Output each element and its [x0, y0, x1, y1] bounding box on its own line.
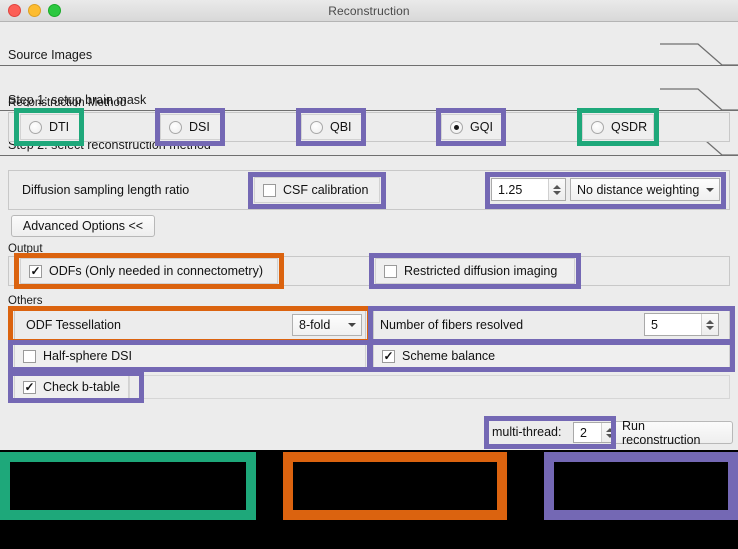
radio-option-qbi[interactable]: QBI — [301, 114, 363, 140]
stepper-down-icon[interactable] — [553, 190, 561, 195]
radio-label-qsdr: QSDR — [611, 120, 648, 134]
odf-tessellation-value: 8-fold — [299, 318, 331, 332]
stepper-up-icon[interactable] — [553, 184, 561, 189]
checkbox-label-scheme-balance: Scheme balance — [402, 349, 496, 363]
radio-option-gqi[interactable]: GQI — [441, 114, 503, 140]
diffusion-ratio-value[interactable]: 1.25 — [492, 183, 548, 197]
diffusion-ratio-stepper[interactable] — [548, 179, 565, 200]
section-header-source-images[interactable]: Source Images — [0, 43, 738, 66]
section-label-source-images: Source Images — [8, 47, 93, 62]
checkbox-icon-scheme-balance[interactable] — [382, 349, 395, 363]
group-label-output: Output — [8, 243, 43, 255]
run-reconstruction-button[interactable]: Run reconstruction — [613, 419, 733, 447]
collapse-indicator-icon — [660, 43, 738, 66]
checkbox-odfs[interactable]: ODFs (Only needed in connectometry) — [20, 258, 278, 284]
stepper-down-icon[interactable] — [706, 325, 714, 330]
group-label-others: Others — [8, 295, 43, 307]
radio-option-qsdr[interactable]: QSDR — [582, 114, 654, 140]
fibers-resolved-value[interactable]: 5 — [645, 318, 701, 332]
radio-icon-dti[interactable] — [29, 120, 42, 134]
checkbox-label-restricted-diffusion-imaging: Restricted diffusion imaging — [404, 264, 558, 278]
multi-thread-label: multi-thread: — [492, 425, 562, 439]
radio-icon-gqi[interactable] — [450, 120, 463, 134]
checkbox-icon-half-sphere-dsi[interactable] — [23, 349, 36, 363]
number-of-fibers-resolved-label: Number of fibers resolved — [380, 318, 524, 332]
stepper-up-icon[interactable] — [706, 319, 714, 324]
chevron-down-icon[interactable] — [343, 323, 361, 327]
checkbox-half-sphere-dsi[interactable]: Half-sphere DSI — [14, 344, 366, 368]
checkbox-label-check-b-table: Check b-table — [43, 380, 121, 394]
collapse-indicator-icon — [660, 88, 738, 111]
checkbox-icon-odfs[interactable] — [29, 264, 42, 278]
radio-label-gqi: GQI — [470, 120, 493, 134]
radio-label-dti: DTI — [49, 120, 70, 134]
radio-label-dsi: DSI — [189, 120, 210, 134]
check-b-table-row-filler — [129, 375, 730, 399]
reconstruction-window: Reconstruction Source Images Step 1: set… — [0, 0, 738, 450]
checkbox-restricted-diffusion-imaging[interactable]: Restricted diffusion imaging — [375, 258, 575, 284]
distance-weighting-dropdown[interactable]: No distance weighting — [570, 178, 720, 201]
checkbox-check-b-table[interactable]: Check b-table — [14, 375, 129, 399]
radio-icon-dsi[interactable] — [169, 120, 182, 134]
fibers-resolved-spinbox[interactable]: 5 — [644, 313, 719, 336]
checkbox-label-half-sphere-dsi: Half-sphere DSI — [43, 349, 132, 363]
radio-option-dsi[interactable]: DSI — [160, 114, 222, 140]
radio-icon-qbi[interactable] — [310, 120, 323, 134]
checkbox-label-odfs: ODFs (Only needed in connectometry) — [49, 264, 263, 278]
traffic-lights — [8, 0, 61, 21]
annotation-box-legend-purple — [544, 452, 738, 520]
group-label-reconstruction-method: Reconstruction Method — [8, 97, 127, 109]
distance-weighting-value: No distance weighting — [577, 182, 700, 197]
checkbox-icon-check-b-table[interactable] — [23, 380, 36, 394]
odf-tessellation-dropdown[interactable]: 8-fold — [292, 314, 362, 336]
title-bar: Reconstruction — [0, 0, 738, 22]
radio-icon-qsdr[interactable] — [591, 120, 604, 134]
minimize-button[interactable] — [28, 4, 41, 17]
checkbox-icon-csf-calibration[interactable] — [263, 183, 276, 197]
zoom-button[interactable] — [48, 4, 61, 17]
advanced-options-button[interactable]: Advanced Options << — [11, 215, 155, 237]
radio-option-dti[interactable]: DTI — [20, 114, 82, 140]
diffusion-sampling-length-ratio-label: Diffusion sampling length ratio — [22, 183, 190, 197]
chevron-down-icon[interactable] — [701, 187, 719, 192]
checkbox-csf-calibration[interactable]: CSF calibration — [254, 177, 380, 203]
checkbox-label-csf-calibration: CSF calibration — [283, 183, 369, 197]
radio-label-qbi: QBI — [330, 120, 352, 134]
close-button[interactable] — [8, 4, 21, 17]
checkbox-scheme-balance[interactable]: Scheme balance — [373, 344, 730, 368]
multi-thread-value[interactable]: 2 — [574, 426, 601, 440]
annotation-box-legend-orange — [283, 452, 507, 520]
window-title: Reconstruction — [328, 3, 410, 18]
diffusion-ratio-spinbox[interactable]: 1.25 — [491, 178, 566, 201]
checkbox-icon-restricted-diffusion-imaging[interactable] — [384, 264, 397, 278]
annotation-box-legend-green — [0, 452, 256, 520]
odf-tessellation-label: ODF Tessellation — [26, 318, 121, 332]
fibers-resolved-stepper[interactable] — [701, 314, 718, 335]
